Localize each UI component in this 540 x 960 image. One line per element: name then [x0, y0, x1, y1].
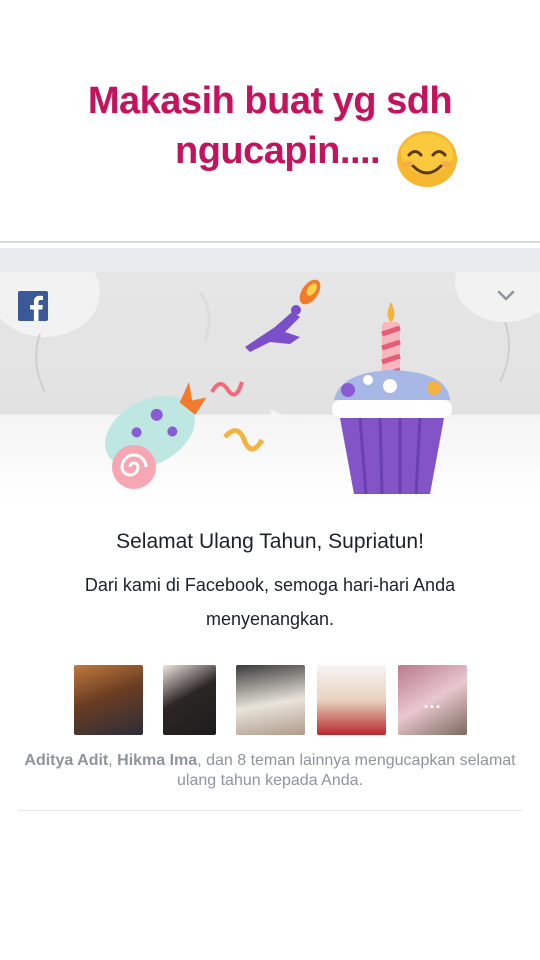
summary-separator: ,	[108, 752, 118, 769]
birthday-card: Selamat Ulang Tahun, Supriatun! Dari kam…	[0, 248, 540, 960]
chevron-down-icon[interactable]	[494, 286, 518, 306]
caption-area: Makasih buat yg sdh ngucapin....	[0, 0, 540, 240]
card-header-bar	[0, 248, 540, 272]
more-friends-label: ...	[423, 692, 442, 712]
friend-avatar-more[interactable]: ...	[398, 665, 467, 735]
birthday-message: Dari kami di Facebook, semoga hari-hari …	[84, 575, 456, 629]
facebook-logo-icon	[18, 291, 48, 321]
birthday-greeting: Selamat Ulang Tahun, Supriatun!	[116, 530, 424, 553]
friend-name-link-1[interactable]: Aditya Adit	[24, 752, 108, 769]
party-scene	[0, 272, 540, 495]
friend-avatar-2[interactable]	[163, 665, 216, 735]
birthday-illustration	[0, 272, 540, 502]
card-divider	[18, 810, 522, 811]
summary-rest: , dan 8 teman lainnya mengucapkan selama…	[177, 752, 516, 789]
caption-line-1: Makasih buat yg sdh	[87, 80, 453, 122]
friend-avatar-3[interactable]	[236, 665, 305, 735]
friends-summary: Aditya Adit, Hikma Ima, dan 8 teman lain…	[20, 751, 520, 791]
section-separator	[0, 241, 540, 243]
smiling-face-icon	[397, 131, 457, 187]
friend-name-link-2[interactable]: Hikma Ima	[117, 752, 197, 769]
caption-line-2: ngucapin....	[175, 130, 381, 172]
friends-photo-row: ...	[74, 665, 474, 735]
friend-avatar-1[interactable]	[74, 665, 143, 735]
friend-avatar-4[interactable]	[317, 665, 386, 735]
